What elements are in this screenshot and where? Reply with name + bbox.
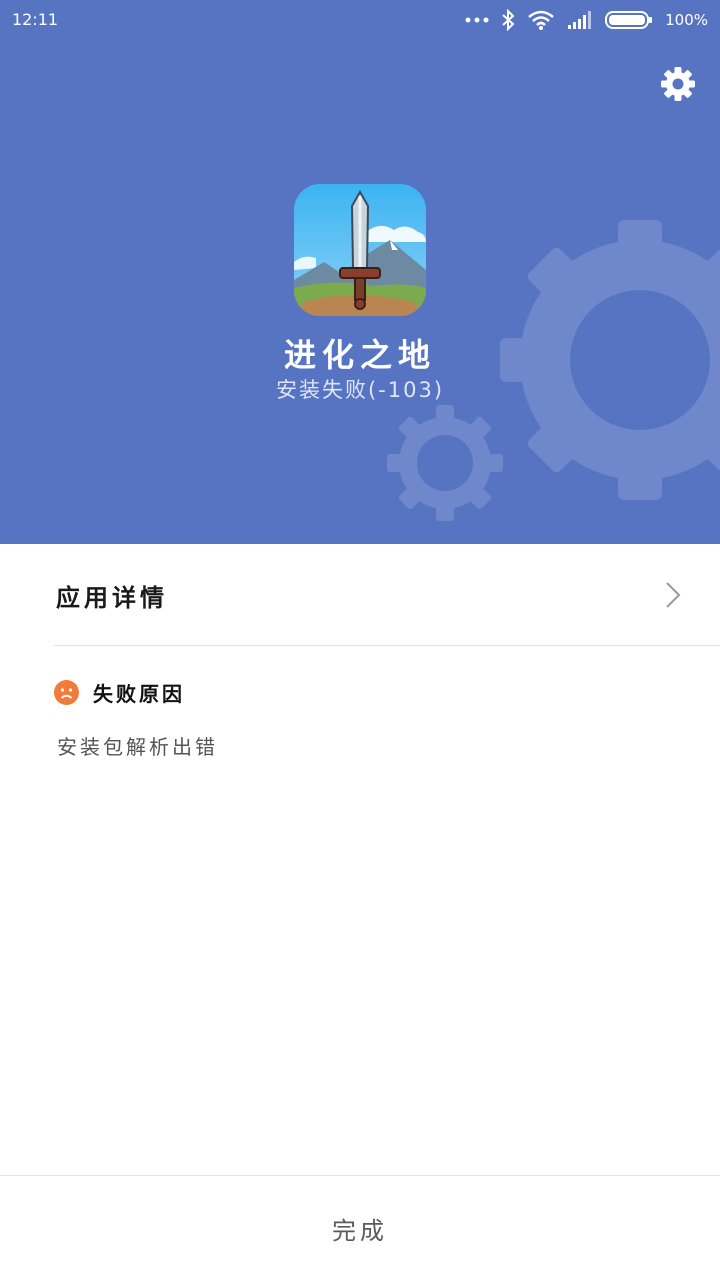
sword-game-icon bbox=[294, 184, 426, 316]
failure-reason-header: 失败原因 bbox=[54, 678, 185, 706]
failure-reason-text: 安装包解析出错 bbox=[57, 735, 218, 759]
status-time: 12:11 bbox=[12, 10, 59, 29]
app-icon bbox=[294, 184, 426, 316]
sad-face-icon bbox=[54, 679, 79, 705]
header-banner: 12:11 100% 进化之地 安装失败(-103) bbox=[0, 0, 720, 544]
app-details-label: 应用详情 bbox=[56, 584, 168, 612]
failure-reason-title: 失败原因 bbox=[93, 681, 185, 706]
status-bar: 12:11 100% bbox=[0, 0, 720, 40]
more-dots-icon bbox=[465, 17, 489, 23]
chevron-right-icon bbox=[666, 582, 681, 608]
wifi-icon bbox=[528, 10, 554, 30]
divider bbox=[54, 645, 720, 646]
signal-icon bbox=[568, 11, 592, 29]
battery-icon bbox=[605, 11, 653, 29]
done-button[interactable]: 完成 bbox=[0, 1176, 720, 1280]
app-details-row[interactable]: 应用详情 bbox=[0, 544, 720, 645]
small-gear-icon bbox=[387, 405, 503, 521]
battery-percent: 100% bbox=[665, 11, 708, 29]
app-name: 进化之地 bbox=[283, 336, 436, 374]
settings-gear-icon[interactable] bbox=[658, 64, 698, 104]
install-status-text: 安装失败(-103) bbox=[275, 378, 445, 402]
bluetooth-icon bbox=[502, 9, 515, 31]
bottom-bar: 完成 bbox=[0, 1175, 720, 1280]
